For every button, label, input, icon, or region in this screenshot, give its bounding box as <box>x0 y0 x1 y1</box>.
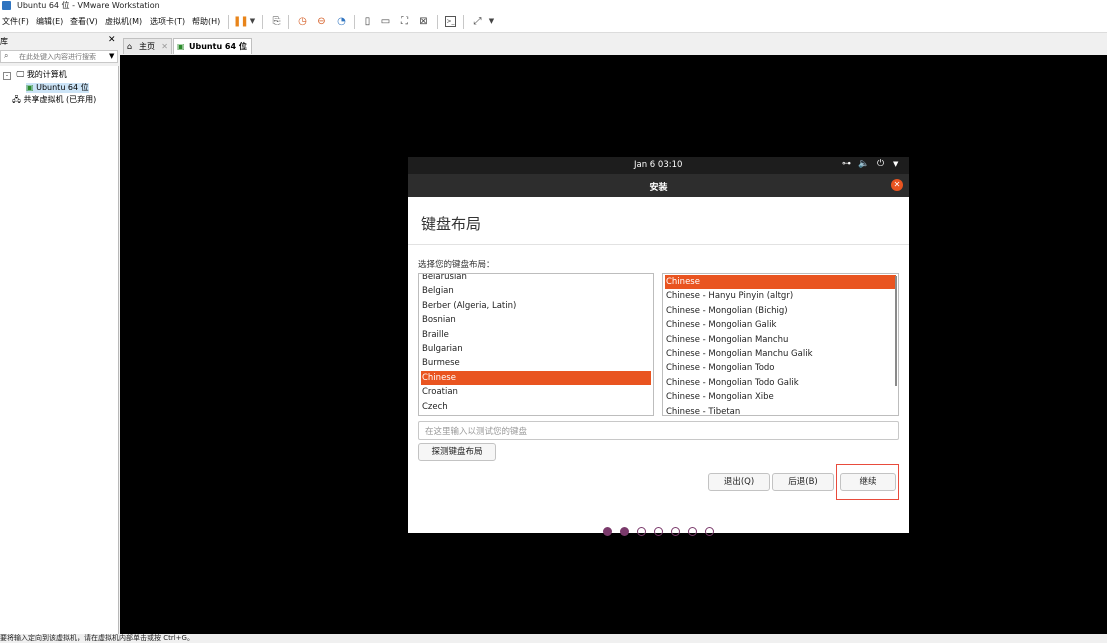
chevron-down-icon[interactable]: ▼ <box>486 16 497 27</box>
window-title-bar: Ubuntu 64 位 - VMware Workstation <box>0 0 1107 12</box>
power-icon[interactable]: ⏻ <box>877 159 884 169</box>
snapshot-icon[interactable]: ◷ <box>297 16 308 27</box>
progress-dot <box>654 527 663 536</box>
list-item[interactable]: Bosnian <box>421 313 651 327</box>
library-search[interactable]: ⌕ 在此处键入内容进行搜索 ▼ <box>0 50 118 63</box>
progress-dot <box>603 527 612 536</box>
list-item[interactable]: Chinese <box>665 275 896 289</box>
tree-item-shared-vms[interactable]: 🖧 共享虚拟机 (已弃用) <box>12 95 96 105</box>
keyboard-test-input[interactable]: 在这里输入以测试您的键盘 <box>418 421 899 440</box>
list-item[interactable]: Chinese - Tibetan <box>665 405 896 415</box>
list-item[interactable]: Chinese <box>421 370 651 385</box>
pause-icon[interactable]: ❚❚ <box>233 16 249 27</box>
keyboard-test-placeholder: 在这里输入以测试您的键盘 <box>425 427 528 437</box>
chevron-down-icon[interactable]: ▼ <box>109 52 114 60</box>
volume-icon[interactable]: 🔈 <box>858 159 869 169</box>
close-icon[interactable]: ✕ <box>161 39 168 54</box>
snapshot-manager-icon[interactable]: ◔ <box>336 16 347 27</box>
list-item[interactable]: Croatian <box>421 385 651 399</box>
tab-bar: ⌂ 主页 ✕ ▣ Ubuntu 64 位 ✕ <box>120 34 1107 55</box>
computer-icon: 🖵 <box>16 70 25 79</box>
list-item[interactable]: Bulgarian <box>421 342 651 356</box>
ubuntu-top-panel: Jan 6 03:10 ⊶ 🔈 ⏻ ▼ <box>408 157 909 174</box>
status-bar: 要将输入定向到该虚拟机，请在虚拟机内部单击或按 Ctrl+G。 <box>0 634 1107 643</box>
tab-ubuntu-vm[interactable]: ▣ Ubuntu 64 位 ✕ <box>173 38 252 54</box>
tree-item-my-computer[interactable]: - 🖵 我的计算机 <box>3 70 67 80</box>
list-item[interactable]: Chinese - Mongolian Todo Galik <box>665 376 896 390</box>
chevron-down-icon[interactable]: ▼ <box>893 160 898 168</box>
close-icon[interactable]: ✕ <box>891 179 903 191</box>
home-icon: ⌂ <box>127 42 133 51</box>
menu-bar: 文件(F) 编辑(E) 查看(V) 虚拟机(M) 选项卡(T) 帮助(H) ❚❚… <box>0 12 1107 33</box>
full-screen-icon[interactable]: ⛶ <box>399 16 410 27</box>
progress-dot <box>705 527 714 536</box>
variant-list[interactable]: Chinese Chinese - Hanyu Pinyin (altgr) Chi… <box>662 273 899 416</box>
menu-tabs[interactable]: 选项卡(T) <box>150 16 185 27</box>
clock[interactable]: Jan 6 03:10 <box>634 160 682 170</box>
installer-title-bar: 安装 ✕ <box>408 174 909 197</box>
menu-help[interactable]: 帮助(H) <box>192 16 220 27</box>
close-icon[interactable]: ✕ <box>241 39 248 54</box>
vm-icon: ▣ <box>177 42 185 51</box>
shared-vms-icon: 🖧 <box>12 95 21 104</box>
tab-home[interactable]: ⌂ 主页 ✕ <box>123 38 172 54</box>
stretch-guest-icon[interactable]: ⤢ <box>472 16 483 27</box>
list-item[interactable]: Chinese - Mongolian Galik <box>665 318 896 332</box>
unity-icon[interactable]: ⊠ <box>418 16 429 27</box>
list-item[interactable]: Chinese - Hanyu Pinyin (altgr) <box>665 289 896 303</box>
chevron-down-icon[interactable]: ▼ <box>247 16 258 27</box>
layout-list[interactable]: Belarusian Belgian Berber (Algeria, Latin)… <box>418 273 654 416</box>
search-input[interactable]: 在此处键入内容进行搜索 <box>19 52 96 62</box>
menu-file[interactable]: 文件(F) <box>2 16 29 27</box>
progress-dot <box>620 527 629 536</box>
collapse-icon[interactable]: - <box>3 72 11 80</box>
quit-button[interactable]: 退出(Q) <box>708 473 770 491</box>
list-item[interactable]: Chinese - Mongolian Manchu Galik <box>665 347 896 361</box>
send-ctrl-alt-del-icon[interactable]: ⎘ <box>271 16 282 27</box>
vmware-app-icon <box>2 1 11 10</box>
menu-edit[interactable]: 编辑(E) <box>36 16 63 27</box>
list-item[interactable]: Chinese - Mongolian (Bichig) <box>665 304 896 318</box>
window-title: Ubuntu 64 位 - VMware Workstation <box>17 1 160 10</box>
status-text: 要将输入定向到该虚拟机，请在虚拟机内部单击或按 Ctrl+G。 <box>0 634 194 642</box>
console-view-icon[interactable]: >_ <box>445 16 456 27</box>
vm-icon: ▣ <box>26 83 34 92</box>
library-header: 库 ✕ <box>0 34 119 48</box>
list-item[interactable]: Chinese - Mongolian Manchu <box>665 333 896 347</box>
layout-prompt: 选择您的键盘布局： <box>418 260 495 270</box>
list-item[interactable]: Belarusian <box>421 274 651 284</box>
menu-vm[interactable]: 虚拟机(M) <box>105 16 142 27</box>
search-icon: ⌕ <box>4 51 9 60</box>
highlight-box <box>836 464 899 500</box>
page-title: 键盘布局 <box>421 215 482 233</box>
show-library-icon[interactable]: ▯ <box>362 16 373 27</box>
progress-dot <box>637 527 646 536</box>
installer-body: 键盘布局 选择您的键盘布局： Belarusian Belgian Berber (… <box>408 197 909 533</box>
list-item[interactable]: Braille <box>421 328 651 342</box>
list-item[interactable]: Chinese - Mongolian Todo <box>665 361 896 375</box>
list-item[interactable]: Belgian <box>421 284 651 298</box>
detect-layout-button[interactable]: 探测键盘布局 <box>418 443 496 461</box>
list-item[interactable]: Berber (Algeria, Latin) <box>421 299 651 313</box>
back-button[interactable]: 后退(B) <box>772 473 834 491</box>
list-item[interactable]: Chinese - Mongolian Xibe <box>665 390 896 404</box>
library-tree: - 🖵 我的计算机 ▣ Ubuntu 64 位 🖧 共享虚拟机 (已弃用) <box>0 66 119 634</box>
progress-dot <box>688 527 697 536</box>
revert-snapshot-icon[interactable]: ⊖ <box>316 16 327 27</box>
scrollbar[interactable] <box>895 276 897 386</box>
installer-title: 安装 <box>649 183 668 193</box>
library-title: 库 <box>0 37 8 46</box>
tree-item-ubuntu-vm[interactable]: ▣ Ubuntu 64 位 <box>26 83 89 93</box>
list-item[interactable]: Burmese <box>421 356 651 370</box>
network-icon[interactable]: ⊶ <box>842 159 851 169</box>
progress-dot <box>671 527 680 536</box>
thumbnail-bar-icon[interactable]: ▭ <box>380 16 391 27</box>
list-item[interactable]: Czech <box>421 400 651 414</box>
close-icon[interactable]: ✕ <box>108 35 116 45</box>
divider <box>408 244 909 245</box>
menu-view[interactable]: 查看(V) <box>70 16 98 27</box>
